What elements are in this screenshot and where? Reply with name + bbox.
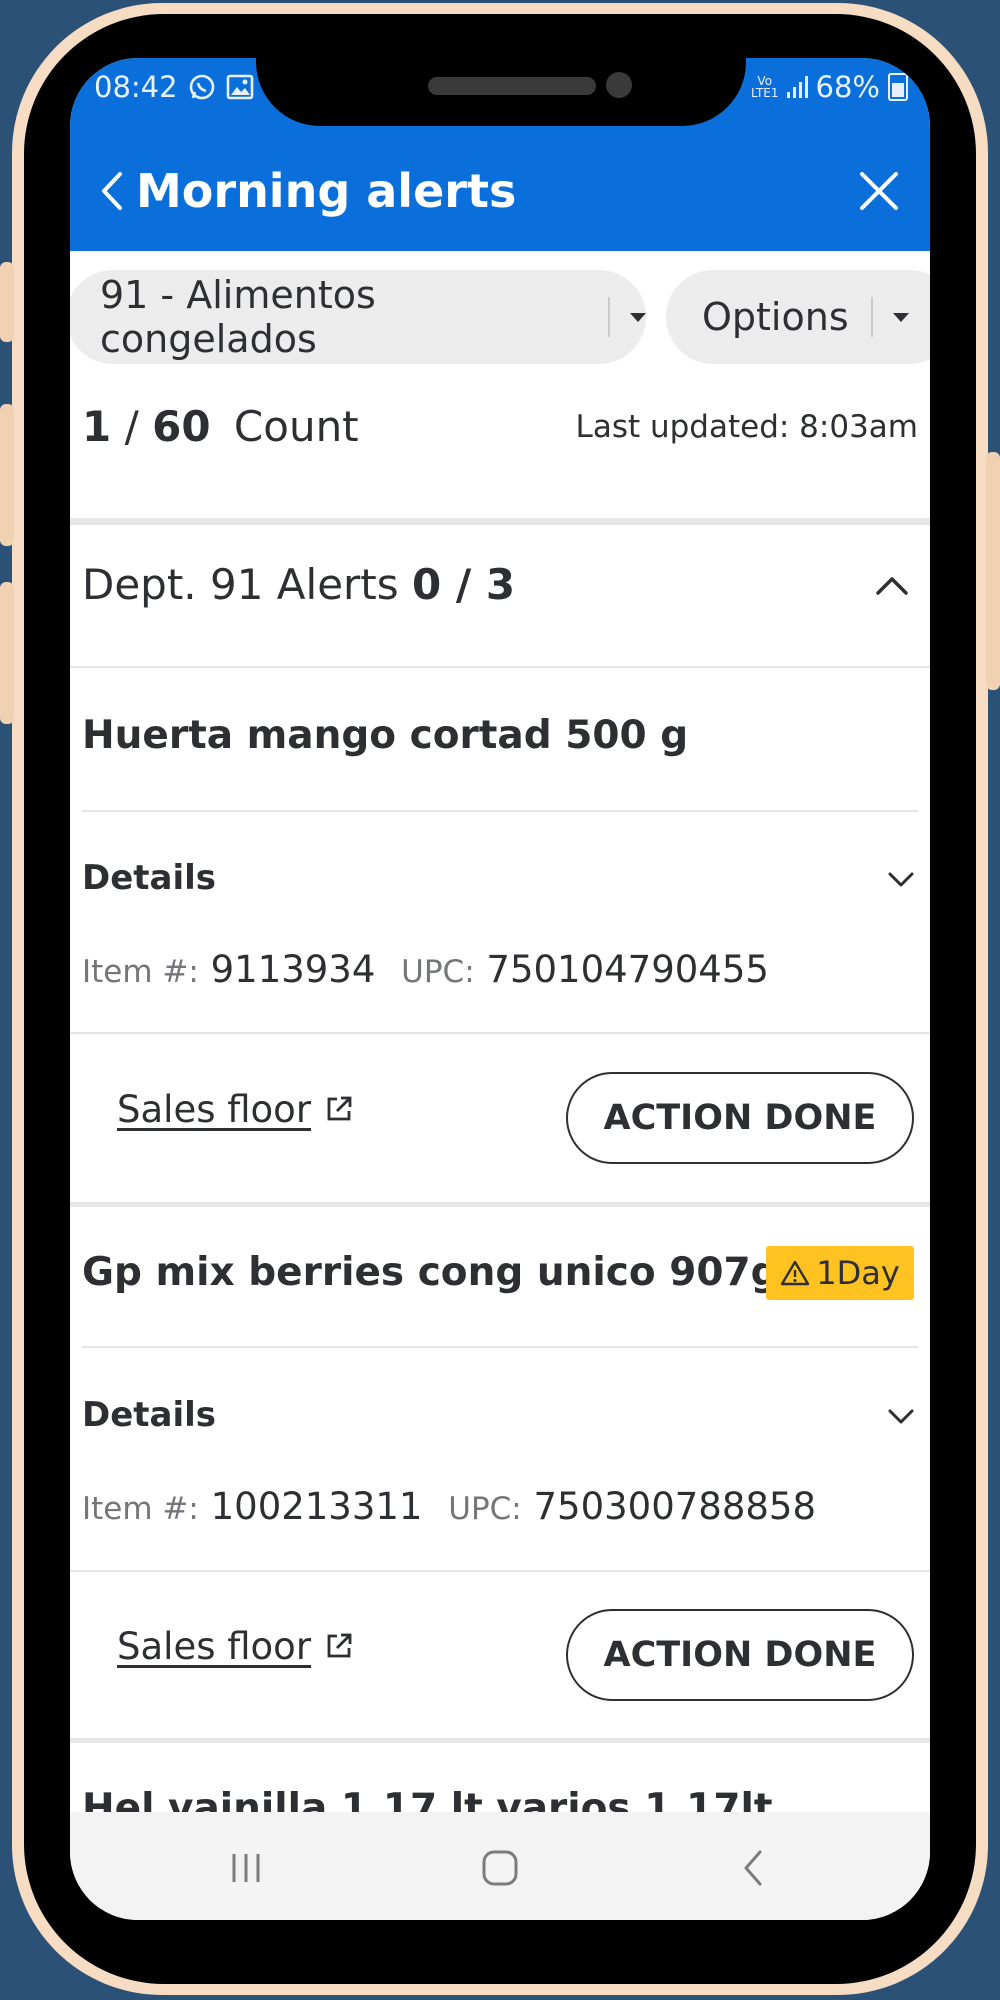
details-toggle[interactable]: Details <box>82 1395 216 1435</box>
power-button <box>986 452 1000 690</box>
count-current: 1 <box>82 402 112 451</box>
item-number: 9113934 <box>210 948 376 991</box>
count-separator: / <box>124 402 139 451</box>
header-row: Morning alerts <box>70 156 930 226</box>
back-nav-icon[interactable] <box>732 1846 776 1890</box>
whatsapp-icon <box>189 74 214 100</box>
details-toggle[interactable]: Details <box>82 858 216 898</box>
network-indicator: Vo LTE1 <box>750 74 779 100</box>
chevron-down-icon[interactable] <box>884 862 918 896</box>
status-bar-left: 08:42 <box>94 70 254 104</box>
front-camera <box>606 72 632 98</box>
divider <box>70 1032 930 1034</box>
signal-icon <box>786 76 808 98</box>
volume-up-button <box>0 262 14 342</box>
battery-percent: 68% <box>815 70 880 104</box>
upc-number: 750300788858 <box>533 1485 817 1528</box>
divider <box>70 666 930 668</box>
divider <box>82 810 918 812</box>
item-divider <box>70 1202 930 1207</box>
item-number: 100213311 <box>210 1485 423 1528</box>
sales-floor-link[interactable]: Sales floor <box>117 1088 311 1131</box>
count-total: 60 <box>152 402 211 451</box>
dept-alerts-title: Dept. 91 Alerts 0 / 3 <box>82 560 516 609</box>
item-meta: Item #: 100213311 UPC: 750300788858 <box>82 1485 816 1528</box>
camera-notch <box>256 58 746 126</box>
item-title: Huerta mango cortad 500 g <box>82 713 689 758</box>
count-label: Count <box>233 402 359 451</box>
chevron-left-icon[interactable] <box>92 166 132 216</box>
sales-floor-link[interactable]: Sales floor <box>117 1625 311 1668</box>
chevron-down-icon[interactable] <box>884 1399 918 1433</box>
gallery-icon <box>226 74 253 100</box>
dept-alerts-header[interactable]: Dept. 91 Alerts 0 / 3 <box>70 525 930 645</box>
status-time: 08:42 <box>94 70 178 104</box>
external-link-icon[interactable] <box>324 1094 354 1124</box>
count-row: 1 / 60 Count Last updated: 8:03am <box>70 386 930 468</box>
department-dropdown-label: 91 - Alimentos congelados <box>100 273 376 361</box>
volume-down-button <box>0 404 14 546</box>
caret-down-icon <box>892 312 909 322</box>
external-link-icon[interactable] <box>324 1631 354 1661</box>
status-bar-right: Vo LTE1 68% <box>751 70 908 104</box>
speaker-grille <box>428 77 596 95</box>
android-nav-bar <box>70 1812 930 1920</box>
department-dropdown[interactable]: 91 - Alimentos congelados <box>70 270 646 364</box>
divider <box>70 1570 930 1572</box>
options-dropdown[interactable]: Options <box>666 270 930 364</box>
warning-icon <box>781 1260 810 1286</box>
dropdown-separator <box>608 297 610 337</box>
bixby-button <box>0 582 14 724</box>
item-divider <box>70 1738 930 1743</box>
page-title: Morning alerts <box>136 164 517 218</box>
days-badge: 1Day <box>766 1246 914 1300</box>
recent-apps-icon[interactable] <box>224 1846 268 1890</box>
count-summary: 1 / 60 Count <box>82 386 359 468</box>
action-done-button[interactable]: ACTION DONE <box>566 1609 914 1701</box>
chevron-up-icon[interactable] <box>872 565 912 605</box>
caret-down-icon <box>630 312 646 322</box>
home-icon[interactable] <box>478 1846 522 1890</box>
close-icon[interactable] <box>856 168 902 214</box>
options-dropdown-label: Options <box>702 295 849 339</box>
days-badge-label: 1Day <box>816 1254 900 1292</box>
section-divider <box>70 518 930 525</box>
battery-icon <box>888 73 908 101</box>
dropdown-separator <box>870 297 873 337</box>
action-done-button[interactable]: ACTION DONE <box>566 1072 914 1164</box>
dept-alerts-progress: 0 / 3 <box>412 560 516 609</box>
screen: 08:42 Vo LTE1 68% Morning alerts 91 - Al… <box>70 58 930 1920</box>
item-title: Gp mix berries cong unico 907gr <box>82 1250 798 1295</box>
filter-row: 91 - Alimentos congelados Options <box>70 270 930 366</box>
item-meta: Item #: 9113934 UPC: 750104790455 <box>82 948 769 991</box>
divider <box>82 1346 918 1348</box>
upc-number: 750104790455 <box>486 948 769 991</box>
last-updated: Last updated: 8:03am <box>575 409 918 445</box>
